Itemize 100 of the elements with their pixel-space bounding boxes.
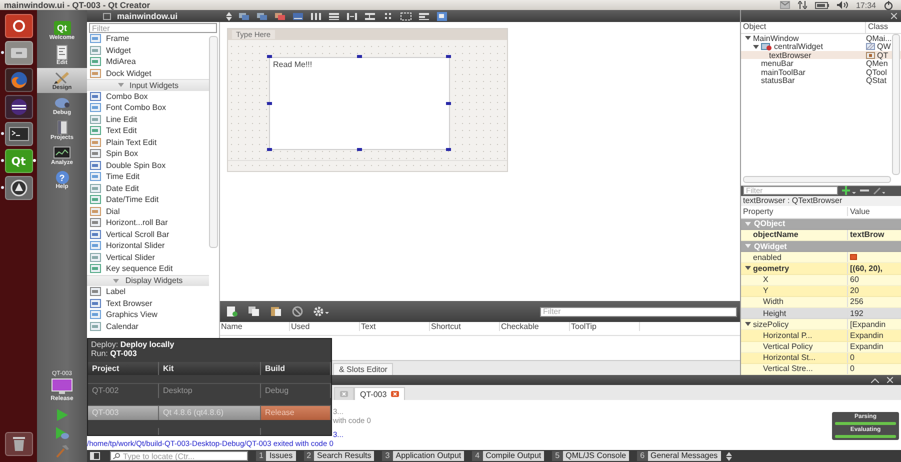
property-row[interactable]: Y 20 (741, 286, 901, 297)
property-name: objectName (753, 230, 798, 240)
widget-label: Vertical Scroll Bar (106, 230, 170, 239)
column-header[interactable]: Class (866, 22, 888, 33)
property-name: enabled (753, 252, 782, 262)
widget-label: Horizontal Slider (106, 241, 165, 250)
property-name: Y (763, 286, 768, 296)
property-row[interactable]: Height 192 (741, 308, 901, 320)
build-option[interactable]: Debug (261, 382, 331, 398)
property-name: Height (763, 308, 786, 318)
widget-label: Calendar (106, 322, 138, 331)
tree-row[interactable]: mainToolBar QTool (741, 68, 901, 76)
run-label: Run: QT-003 (90, 350, 137, 358)
column-header: Kit (159, 362, 261, 375)
property-value: 256 (850, 297, 864, 306)
clock[interactable]: 17:34 (856, 0, 876, 10)
text-browser[interactable]: Read Me!!! (269, 57, 450, 150)
widget-list-item[interactable]: Text Browser (87, 298, 209, 309)
column-header[interactable]: Text (360, 322, 430, 332)
widget-list-item[interactable]: Calendar (87, 320, 209, 332)
column-header[interactable]: Property (741, 207, 848, 216)
locator-field[interactable]: Type to locate (Ctr... (110, 451, 248, 461)
column-header[interactable]: Name (220, 322, 290, 332)
widget-label: Text Browser (106, 298, 152, 308)
property-row[interactable]: X 60 (741, 274, 901, 286)
object-name: statusBar (761, 76, 795, 86)
widget-list-item[interactable]: Time Edit (87, 171, 209, 182)
widget-list-item[interactable]: Date Edit (87, 182, 209, 194)
property-name: geometry (753, 264, 790, 273)
tree-row[interactable]: textBrowser QT (741, 50, 901, 60)
widget-list-item[interactable]: Frame (87, 33, 209, 44)
property-row[interactable]: Horizontal P... Expandin (741, 330, 901, 342)
group-name: QWidget (754, 242, 787, 251)
widget-list-item[interactable]: Dock Widget (87, 68, 209, 79)
widget-list-item[interactable]: Spin Box (87, 148, 209, 160)
property-name: Vertical Stre... (763, 364, 813, 374)
tree-row[interactable]: statusBar QStat (741, 76, 901, 85)
column-header[interactable]: Object (741, 22, 866, 33)
widget-list-item[interactable]: Vertical Scroll Bar (87, 228, 209, 240)
widget-list-item[interactable]: Double Spin Box (87, 160, 209, 171)
column-header[interactable]: Shortcut (430, 322, 500, 332)
widget-label: Combo Box (106, 92, 148, 101)
property-value: Expandin (850, 330, 884, 340)
property-row[interactable]: enabled (741, 252, 901, 264)
class-name: QTool (866, 68, 887, 77)
widget-list-item[interactable]: Horizont...roll Bar (87, 217, 209, 228)
widget-list-item[interactable]: Graphics View (87, 309, 209, 320)
group-name: QObject (754, 219, 786, 228)
property-row[interactable]: Width 256 (741, 296, 901, 308)
widget-label: Dock Widget (106, 68, 152, 78)
widget-label: Dial (106, 206, 120, 216)
widget-label: Spin Box (106, 149, 138, 158)
class-name: QStat (866, 76, 886, 86)
object-name: centralWidget (774, 42, 823, 52)
widget-list-item[interactable]: Vertical Slider (87, 252, 209, 263)
editor-tab[interactable]: & Slots Editor (333, 363, 394, 375)
kit-option[interactable]: Desktop (159, 382, 261, 398)
property-value: 20 (850, 286, 859, 296)
widget-list-item[interactable]: Dial (87, 206, 209, 217)
widget-list-item[interactable]: MdiArea (87, 56, 209, 68)
widget-list-item[interactable]: Key sequence Edit (87, 263, 209, 274)
property-row[interactable]: sizePolicy [Expandin (741, 319, 901, 330)
widget-list-item[interactable]: Plain Text Edit (87, 136, 209, 148)
property-value: 60 (850, 275, 859, 284)
property-row[interactable]: geometry [(60, 20), (741, 263, 901, 274)
property-row[interactable]: Horizontal St... 0 (741, 352, 901, 364)
category-header[interactable]: Display Widgets (87, 274, 209, 286)
tree-row[interactable]: centralWidget QW (741, 42, 901, 51)
selection-label: textBrowser : QTextBrowser (741, 196, 901, 206)
object-name: textBrowser (769, 50, 812, 60)
property-row[interactable]: Vertical Policy Expandin (741, 342, 901, 353)
widget-label: MdiArea (106, 57, 136, 66)
property-row[interactable]: Vertical Stre... 0 (741, 364, 901, 376)
widget-list-item[interactable]: Date/Time Edit (87, 194, 209, 206)
column-header[interactable]: Value (848, 207, 870, 216)
widget-list-item[interactable]: Combo Box (87, 90, 209, 102)
property-row[interactable]: objectName textBrow (741, 230, 901, 241)
widget-list-item[interactable]: Text Edit (87, 125, 209, 136)
tree-row[interactable]: menuBar QMen (741, 59, 901, 68)
widget-label: Label (106, 287, 126, 296)
column-header: Project (88, 362, 159, 375)
widget-list-item[interactable]: Line Edit (87, 114, 209, 125)
widget-label: Vertical Slider (106, 252, 155, 262)
column-header[interactable]: ToolTip (570, 322, 640, 332)
category-header[interactable]: Input Widgets (87, 79, 209, 90)
column-header[interactable]: Used (290, 322, 360, 332)
column-header[interactable]: Checkable (500, 322, 570, 332)
filter-field[interactable]: Filter (89, 23, 217, 33)
filter-field[interactable]: Filter (540, 306, 737, 317)
widget-list-item[interactable]: Label (87, 286, 209, 298)
tree-row[interactable]: MainWindow QMai... (741, 34, 901, 42)
qt-logo-icon[interactable]: Qt (4, 149, 32, 173)
column-header: Build (261, 362, 331, 375)
widget-list-item[interactable]: Widget (87, 44, 209, 56)
widget-list-item[interactable]: Horizontal Slider (87, 240, 209, 252)
class-name: QMai... (866, 34, 892, 43)
widget-list-item[interactable]: Font Combo Box (87, 102, 209, 114)
output-tab[interactable]: QT-003 (354, 387, 405, 400)
project-option[interactable]: QT-002 (88, 382, 159, 398)
object-name: MainWindow (753, 34, 799, 43)
